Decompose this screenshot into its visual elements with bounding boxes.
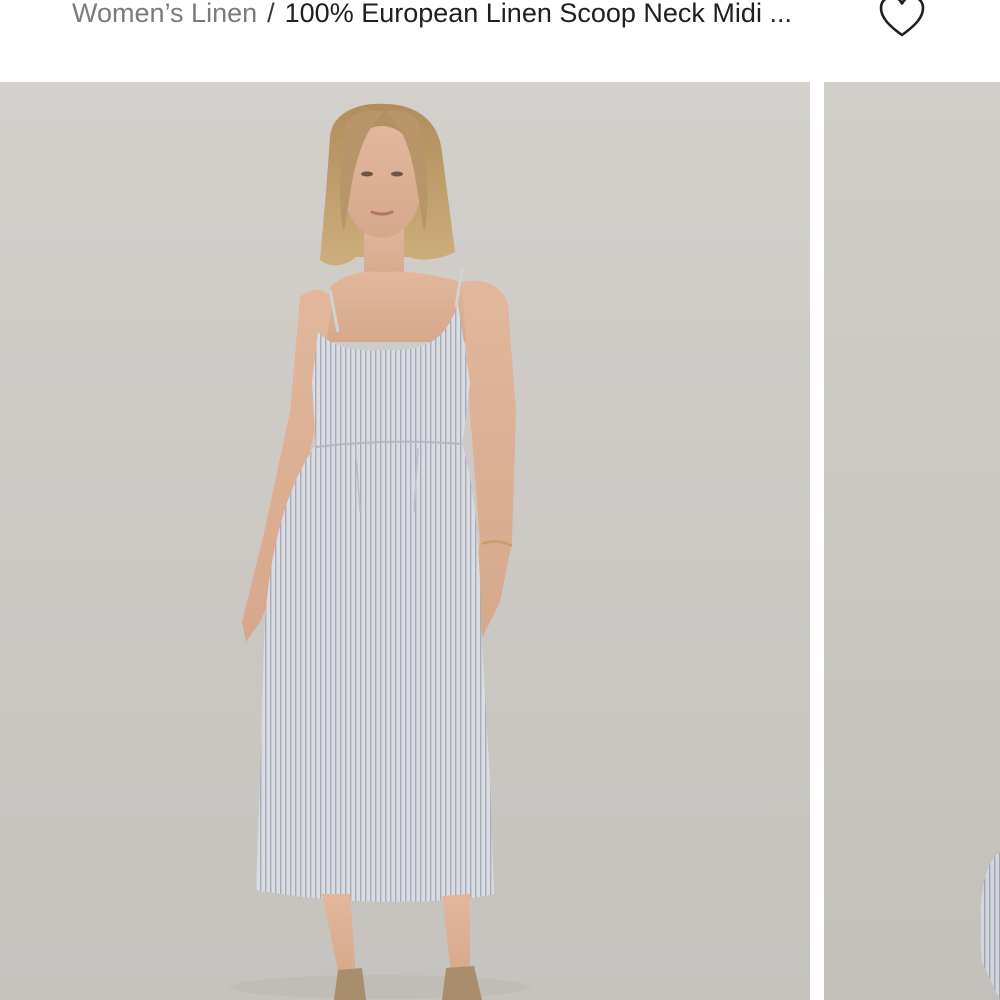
breadcrumb: Women’s Linen / 100% European Linen Scoo… <box>72 0 792 30</box>
product-image-next[interactable] <box>824 82 1000 1000</box>
product-image-gallery[interactable] <box>0 82 1000 1000</box>
breadcrumb-current-product: 100% European Linen Scoop Neck Midi ... <box>284 0 792 28</box>
next-image-preview <box>980 852 1000 1000</box>
add-to-wishlist-button[interactable] <box>876 0 928 40</box>
page-header: Women’s Linen / 100% European Linen Scoo… <box>0 0 1000 82</box>
breadcrumb-link-womens-linen[interactable]: Women’s Linen <box>72 0 257 30</box>
product-image-main[interactable] <box>0 82 810 1000</box>
breadcrumb-separator: / <box>267 0 275 28</box>
heart-outline-icon <box>879 0 925 37</box>
model-illustration <box>230 103 530 1000</box>
